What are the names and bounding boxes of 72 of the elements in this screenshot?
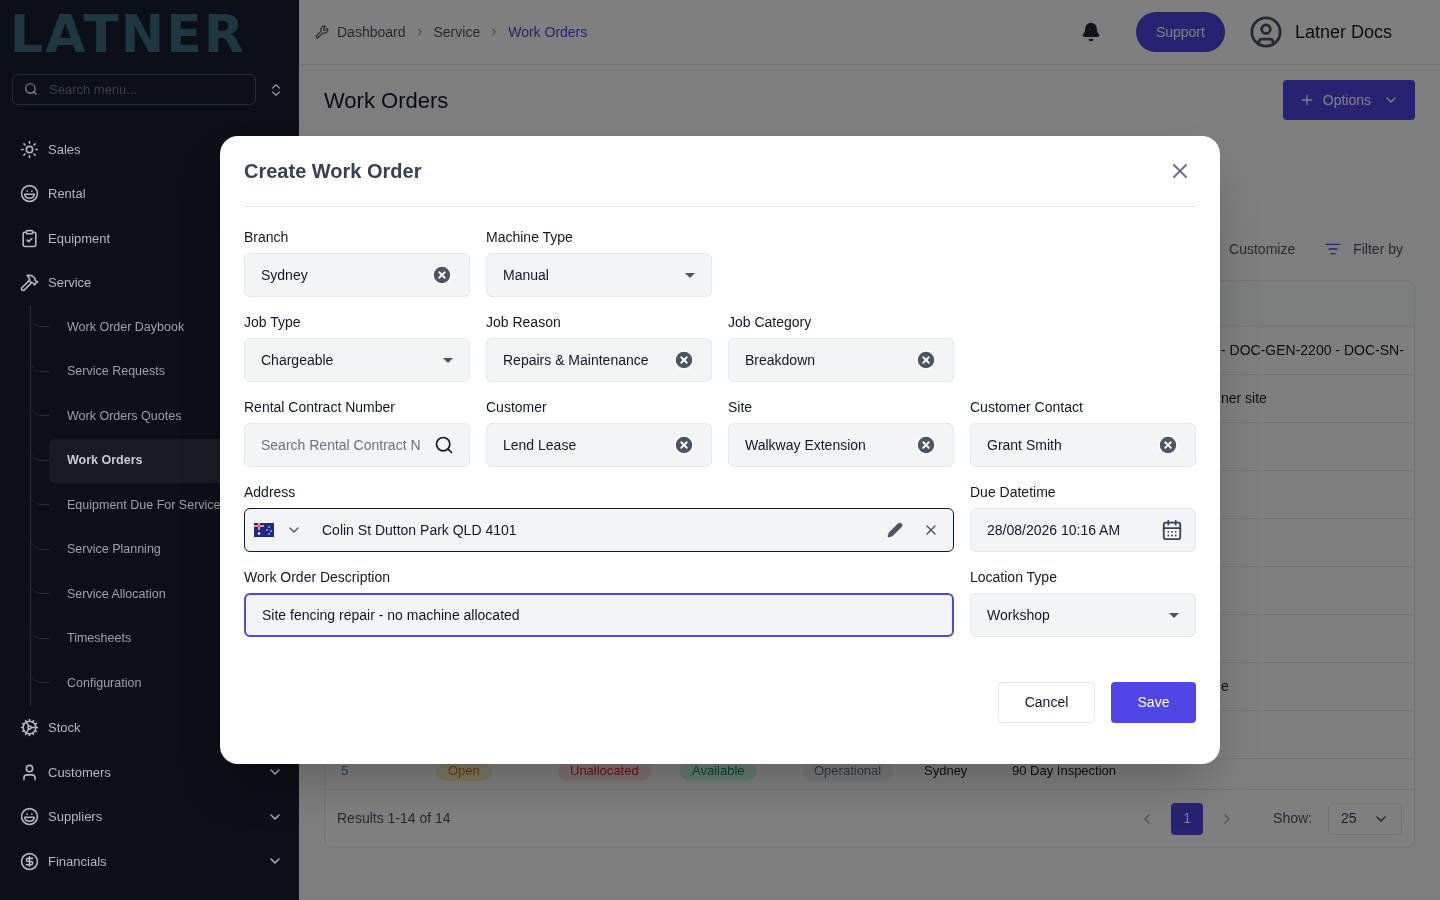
nav-item[interactable]: Customers [0, 750, 299, 795]
select-field[interactable]: Lend Lease [486, 423, 712, 467]
table-cell-text: 90 Day Inspection [1012, 762, 1117, 780]
select-field[interactable]: Breakdown [728, 338, 954, 382]
filter-icon [1325, 241, 1342, 257]
nav-item[interactable]: Suppliers [0, 794, 299, 839]
table-cell-text: - DOC-GEN-2200 - DOC-SN- [1221, 341, 1404, 360]
select-field[interactable]: Grant Smith [970, 423, 1196, 467]
nav-item[interactable]: Financials [0, 839, 299, 884]
clear-icon[interactable] [915, 349, 937, 371]
field-label: Due Datetime [970, 483, 1057, 502]
results-count: Results 1-14 of 14 [337, 809, 452, 828]
description-field[interactable]: Site fencing repair - no machine allocated [244, 593, 954, 637]
clear-icon[interactable] [1157, 434, 1179, 456]
search-icon [24, 82, 38, 96]
dropdown[interactable]: Workshop [970, 593, 1196, 637]
field-label: Site [728, 398, 754, 417]
address-field[interactable]: Colin St Dutton Park QLD 4101 [244, 508, 954, 552]
face-icon [20, 184, 39, 204]
field-label: Job Category [728, 313, 813, 332]
field-label: Job Reason [486, 313, 562, 332]
cancel-button[interactable]: Cancel [998, 682, 1095, 723]
search-icon [434, 435, 454, 455]
avatar-icon [1248, 15, 1283, 49]
nav-item[interactable]: Stock [0, 705, 299, 750]
clear-icon[interactable] [915, 434, 937, 456]
page-size-select[interactable]: 25 [1328, 802, 1402, 835]
dropdown[interactable]: Manual [486, 253, 712, 297]
clear-icon[interactable] [673, 434, 695, 456]
user-name[interactable]: Latner Docs [1294, 18, 1392, 46]
caret-icon [1169, 612, 1179, 618]
select-field[interactable]: Repairs & Maintenance [486, 338, 712, 382]
breadcrumb-link[interactable]: Dashboard [337, 21, 406, 43]
edit-icon[interactable] [887, 522, 903, 538]
save-button[interactable]: Save [1111, 682, 1196, 723]
page-title: Work Orders [324, 86, 449, 115]
clear-icon[interactable] [673, 349, 695, 371]
gear-icon [20, 718, 39, 738]
caret-icon [443, 357, 453, 363]
field-label: Machine Type [486, 228, 574, 247]
customize-button[interactable]: Customize [1229, 238, 1296, 260]
show-label: Show: [1273, 809, 1312, 828]
select-field[interactable]: Walkway Extension [728, 423, 954, 467]
field-label: Customer Contact [970, 398, 1084, 417]
clipboard-check-icon [20, 228, 39, 248]
sun-icon [20, 139, 39, 159]
field-label: Location Type [970, 568, 1058, 587]
field-label: Customer [486, 398, 548, 417]
field-label: Job Type [244, 313, 302, 332]
select-field[interactable]: Sydney [244, 253, 470, 297]
caret-icon [685, 272, 695, 278]
dropdown[interactable]: Chargeable [244, 338, 470, 382]
dollar-icon [20, 851, 39, 871]
filter-button[interactable]: Filter by [1325, 238, 1403, 260]
flag-icon [254, 523, 274, 537]
field-label: Address [244, 483, 297, 502]
table-cell-text: Sydney [924, 762, 969, 780]
notification-bell-icon[interactable] [1080, 22, 1101, 42]
hammer-icon [20, 273, 39, 293]
face-icon [20, 807, 39, 827]
field-label: Rental Contract Number [244, 398, 396, 417]
breadcrumb-link[interactable]: Service [433, 21, 481, 43]
clear-icon[interactable] [431, 264, 453, 286]
table-cell-text: ner site [1221, 389, 1267, 408]
field-label: Work Order Description [244, 568, 391, 587]
user-icon [20, 762, 39, 782]
date-field[interactable]: 28/08/2026 10:16 AM [970, 508, 1196, 552]
table-cell-text: e [1221, 677, 1229, 696]
dialog-title: Create Work Order [244, 159, 422, 184]
field-label: Branch [244, 228, 290, 247]
tools-icon [315, 25, 329, 39]
calendar-icon[interactable] [1161, 519, 1183, 541]
